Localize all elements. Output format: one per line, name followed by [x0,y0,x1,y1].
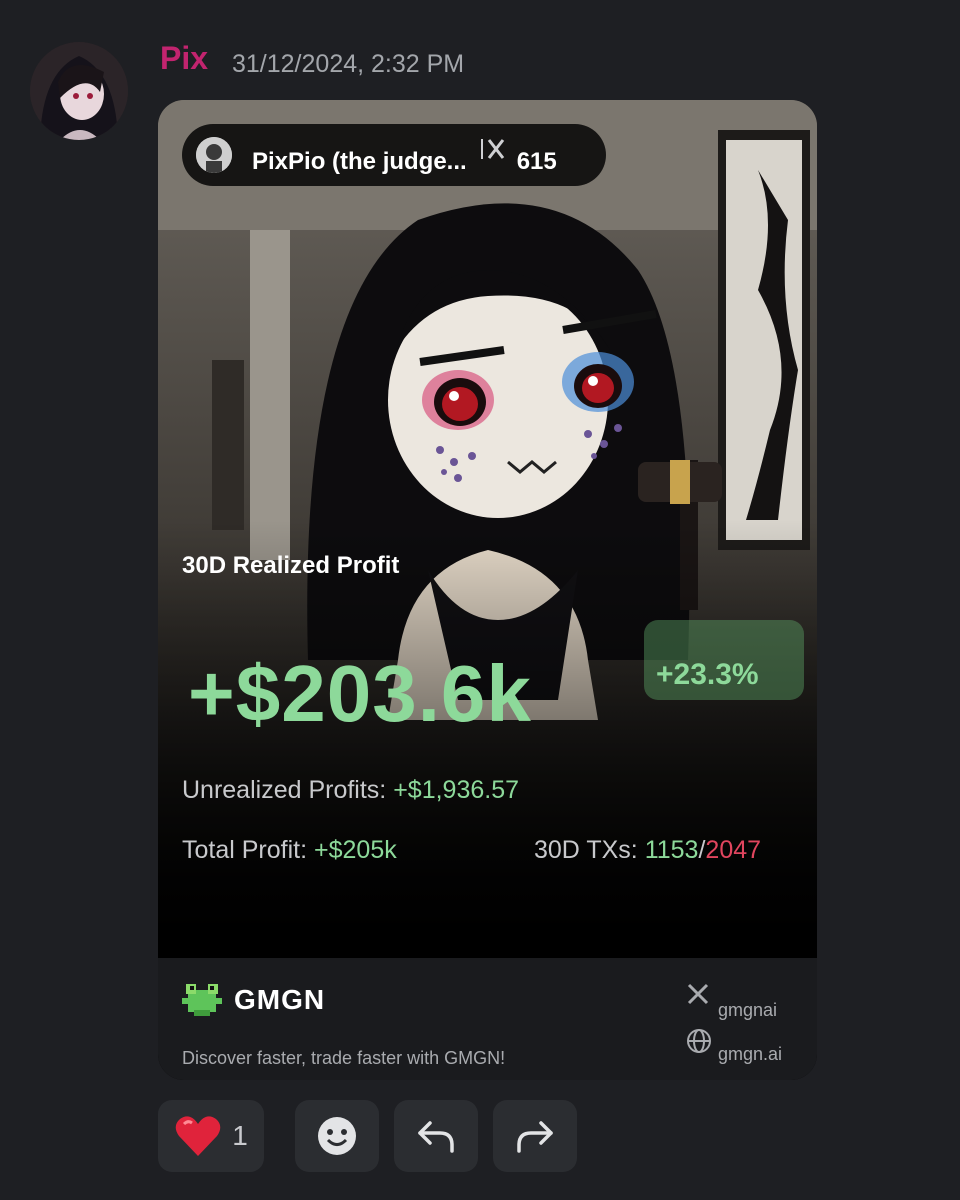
author-name[interactable]: Pix [160,40,208,77]
heart-count: 1 [232,1120,248,1151]
x-icon[interactable] [480,137,507,167]
txs-label: 30D TXs: [534,836,638,864]
brand-tagline: Discover faster, trade faster with GMGN! [182,1048,506,1068]
realized-profit-label: 30D Realized Profit [182,552,400,579]
forward-button[interactable] [493,1100,577,1172]
site-url: gmgn.ai [718,1044,783,1064]
profile-name: PixPio (the judge... [252,148,467,175]
total-profit: Total Profit: +$205k [182,836,397,865]
gmgn-logo-icon [182,984,222,1016]
txs-sells: 2047 [705,836,762,864]
profile-avatar [196,137,232,173]
avatar[interactable] [30,42,128,140]
total-label: Total Profit: [182,836,308,864]
card-footer: GMGN Discover faster, trade faster with … [158,958,817,1080]
unrealized-value: +$1,936.57 [393,776,520,804]
add-reaction-icon [318,1117,356,1155]
realized-percent: +23.3% [656,658,759,691]
message-timestamp: 31/12/2024, 2:32 PM [232,50,465,78]
heart-reaction[interactable]: 1 [158,1100,264,1172]
forward-icon [517,1121,553,1153]
profit-card[interactable]: PixPio (the judge... 615 30D Realized Pr… [158,100,817,1080]
follower-count: 615 [516,148,557,175]
unrealized-profits: Unrealized Profits: +$1,936.57 [182,776,519,805]
brand-name: GMGN [234,984,326,1015]
realized-profit-value: +$203.6k [188,649,532,738]
tx-count: 30D TXs: 1153/2047 [534,836,761,865]
card-illustration [158,100,817,960]
total-value: +$205k [314,836,397,864]
unrealized-label: Unrealized Profits: [182,776,387,804]
reply-button[interactable] [394,1100,478,1172]
x-icon [687,983,709,1005]
reply-icon [418,1121,454,1153]
add-reaction-button[interactable] [295,1100,379,1172]
x-handle: gmgnai [718,1000,778,1020]
profile-pill[interactable]: PixPio (the judge... 615 [182,124,606,186]
heart-icon [175,1116,221,1156]
txs-buys: 1153 [644,836,699,864]
globe-icon [687,1029,711,1053]
